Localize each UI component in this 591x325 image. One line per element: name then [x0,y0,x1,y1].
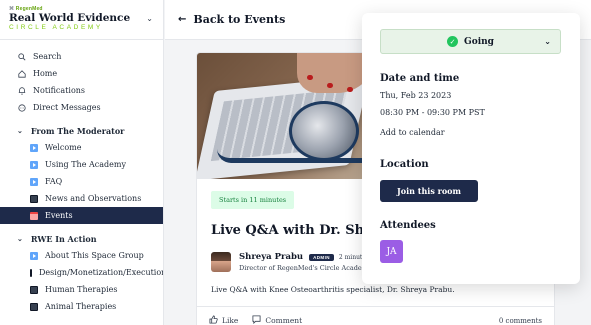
nav-label: Home [33,69,58,78]
section-title: From The Moderator [30,125,125,136]
like-button[interactable]: Like [209,315,238,325]
starts-in-badge: Starts in 11 minutes [211,191,295,209]
host-role: Director of RegenMed's Circle Academ [239,264,368,272]
admin-badge: ADMIN [309,253,334,261]
community-switcher[interactable]: ⌘ RegenMed Real World Evidence CIRCLE AC… [0,0,163,40]
stethoscope-tube-graphic [217,149,377,163]
attendees-heading: Attendees [380,220,436,231]
square-icon [30,302,38,311]
comment-button[interactable]: Comment [252,315,302,325]
stethoscope-graphic [289,101,359,161]
play-icon [30,177,38,186]
sidebar-item-label: Animal Therapies [45,302,117,311]
divider [197,306,554,307]
main-nav: Search Home Notifications Direct Message… [0,40,163,315]
brand-subtitle: CIRCLE ACADEMY [9,24,103,31]
event-title: Live Q&A with Dr. Shre [211,223,380,238]
sidebar-item-label: Using The Academy [45,160,126,169]
like-label: Like [222,316,239,325]
play-icon [30,143,38,152]
add-to-calendar-link[interactable]: Add to calendar [380,128,445,137]
brand-name: Real World Evidence [9,12,131,24]
sidebar-item-animal-therapies[interactable]: Animal Therapies [0,298,163,315]
sidebar-item-label: Human Therapies [45,285,118,294]
chevron-down-icon: ⌄ [544,37,551,46]
section-title: RWE In Action [30,233,97,244]
event-description: Live Q&A with Knee Osteoarthritis specia… [211,285,455,294]
nail-graphic [327,83,333,88]
rsvp-status-label: Going [464,36,494,47]
square-icon [30,285,38,294]
sidebar-item-about-space-group[interactable]: About This Space Group [0,247,163,264]
sidebar-item-label: Design/Monetization/Execution [39,268,164,277]
location-heading: Location [380,159,429,170]
square-icon [30,194,38,203]
play-icon [30,251,38,260]
home-icon [17,69,26,78]
section-from-the-moderator[interactable]: ⌄ From The Moderator [0,122,163,139]
thumbs-up-icon [209,315,218,325]
sidebar-item-events[interactable]: Events [0,207,163,224]
nav-label: Direct Messages [33,103,101,112]
check-circle-icon: ✓ [447,36,459,47]
sidebar-item-faq[interactable]: FAQ [0,173,163,190]
avatar[interactable] [211,252,231,272]
sidebar-item-label: About This Space Group [45,251,144,260]
date-time-heading: Date and time [380,73,460,84]
sidebar-item-label: News and Observations [45,194,142,203]
sidebar-item-design[interactable]: Design/Monetization/Execution [0,264,163,281]
sidebar-item-human-therapies[interactable]: Human Therapies [0,281,163,298]
comments-count[interactable]: 0 comments [499,317,542,325]
back-label: Back to Events [193,13,286,26]
sidebar-item-label: Welcome [45,143,82,152]
sidebar-item-using-the-academy[interactable]: Using The Academy [0,156,163,173]
search-icon [17,52,26,61]
play-icon [30,160,38,169]
nav-notifications[interactable]: Notifications [0,82,163,99]
nav-direct-messages[interactable]: Direct Messages [0,99,163,116]
comment-icon [252,315,261,325]
rsvp-panel: ✓ Going ⌄ Date and time Thu, Feb 23 2023… [362,13,580,284]
attendee-avatar[interactable]: JA [380,240,403,263]
event-time: 08:30 PM - 09:30 PM PST [380,108,485,117]
comment-label: Comment [265,316,303,325]
host-name[interactable]: Shreya Prabu [239,252,303,262]
nail-graphic [307,75,313,80]
calendar-icon [30,211,38,220]
nav-label: Notifications [33,86,86,95]
event-date: Thu, Feb 23 2023 [380,91,452,100]
sidebar-item-news[interactable]: News and Observations [0,190,163,207]
bell-icon [17,86,26,95]
arrow-left-icon: ← [178,14,187,25]
rsvp-status-dropdown[interactable]: ✓ Going ⌄ [380,29,561,54]
section-rwe-in-action[interactable]: ⌄ RWE In Action [0,230,163,247]
back-to-events-link[interactable]: ← Back to Events [178,13,285,26]
square-icon [30,268,32,277]
chevron-down-icon: ⌄ [17,126,23,135]
sidebar-item-label: Events [45,211,73,220]
sidebar: ⌘ RegenMed Real World Evidence CIRCLE AC… [0,0,164,325]
sidebar-item-welcome[interactable]: Welcome [0,139,163,156]
nav-home[interactable]: Home [0,65,163,82]
nav-label: Search [33,52,62,61]
nail-graphic [347,87,353,92]
host-name-row: Shreya Prabu ADMIN 2 minutes [239,252,369,262]
join-room-button[interactable]: Join this room [380,180,478,202]
chevron-down-icon[interactable]: ⌄ [146,14,153,23]
post-actions: Like Comment [209,315,316,325]
chat-icon [17,103,26,112]
chevron-down-icon: ⌄ [17,234,23,243]
sidebar-item-label: FAQ [45,177,63,186]
nav-search[interactable]: Search [0,48,163,65]
host-info: Shreya Prabu ADMIN 2 minutes Director of… [211,252,369,272]
